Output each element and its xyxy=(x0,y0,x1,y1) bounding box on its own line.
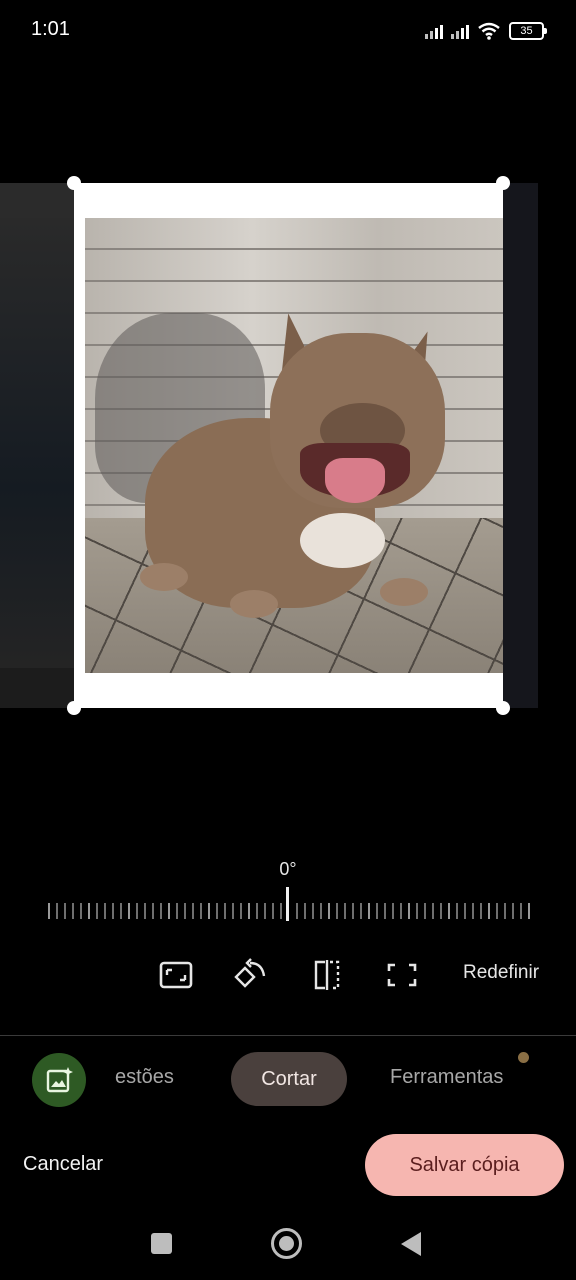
dial-tick xyxy=(352,903,354,919)
image-outside-crop-left xyxy=(0,183,74,708)
save-copy-button[interactable]: Salvar cópia xyxy=(365,1134,564,1196)
dial-tick xyxy=(320,903,322,919)
dial-tick xyxy=(128,903,130,919)
dial-tick xyxy=(248,903,250,919)
dial-tick xyxy=(296,903,298,919)
dial-tick xyxy=(72,903,74,919)
dial-tick xyxy=(416,903,418,919)
aspect-ratio-icon[interactable] xyxy=(158,957,194,993)
divider xyxy=(0,1035,576,1036)
tab-sugestoes[interactable]: estões xyxy=(115,1066,174,1089)
dial-tick xyxy=(384,903,386,919)
cancel-button[interactable]: Cancelar xyxy=(23,1153,103,1176)
recents-icon[interactable] xyxy=(151,1233,172,1254)
angle-dial[interactable] xyxy=(48,887,530,921)
dial-tick xyxy=(376,903,378,919)
wifi-icon xyxy=(478,22,500,40)
dial-tick xyxy=(328,903,330,919)
notification-dot xyxy=(518,1052,529,1063)
tab-ferramentas[interactable]: Ferramentas xyxy=(390,1066,503,1089)
battery-level: 35 xyxy=(520,25,533,37)
dial-tick xyxy=(440,903,442,919)
crop-handle-bottom-right[interactable] xyxy=(496,701,510,715)
crop-handle-top-left[interactable] xyxy=(67,176,81,190)
free-crop-icon[interactable] xyxy=(384,957,420,993)
dial-tick xyxy=(272,903,274,919)
dial-tick xyxy=(208,903,210,919)
magic-editor-icon[interactable] xyxy=(32,1053,86,1107)
dial-tick xyxy=(464,903,466,919)
dial-tick xyxy=(224,903,226,919)
dial-tick xyxy=(392,903,394,919)
dial-tick xyxy=(496,903,498,919)
dial-tick xyxy=(240,903,242,919)
flip-icon[interactable] xyxy=(309,957,345,993)
dial-tick xyxy=(456,903,458,919)
dial-tick xyxy=(144,903,146,919)
tab-cortar[interactable]: Cortar xyxy=(231,1052,347,1106)
dial-tick xyxy=(408,903,410,919)
dog-photo xyxy=(85,218,503,673)
dial-tick xyxy=(96,903,98,919)
crop-handle-top-right[interactable] xyxy=(496,176,510,190)
dial-tick xyxy=(280,903,282,919)
dial-tick xyxy=(504,903,506,919)
dial-tick xyxy=(88,903,90,919)
status-time: 1:01 xyxy=(31,18,70,40)
dial-tick xyxy=(192,903,194,919)
crop-handle-bottom-left[interactable] xyxy=(67,701,81,715)
battery-icon: 35 xyxy=(509,22,547,40)
home-icon[interactable] xyxy=(271,1228,302,1259)
image-outside-crop-right xyxy=(503,183,538,708)
dial-tick xyxy=(312,903,314,919)
dial-tick xyxy=(264,903,266,919)
dial-tick xyxy=(512,903,514,919)
dial-tick xyxy=(200,903,202,919)
dial-tick xyxy=(168,903,170,919)
dial-tick xyxy=(136,903,138,919)
dial-tick xyxy=(520,903,522,919)
angle-indicator xyxy=(286,887,289,921)
dial-tick xyxy=(216,903,218,919)
dial-tick xyxy=(176,903,178,919)
dial-tick xyxy=(80,903,82,919)
dial-tick xyxy=(480,903,482,919)
rotate-icon[interactable] xyxy=(233,957,269,993)
dial-tick xyxy=(448,903,450,919)
dial-tick xyxy=(256,903,258,919)
dial-tick xyxy=(432,903,434,919)
dial-tick xyxy=(424,903,426,919)
dial-tick xyxy=(232,903,234,919)
dial-tick xyxy=(368,903,370,919)
dial-tick xyxy=(360,903,362,919)
dial-tick xyxy=(56,903,58,919)
dial-tick xyxy=(304,903,306,919)
dial-tick xyxy=(152,903,154,919)
dial-tick xyxy=(120,903,122,919)
dial-tick xyxy=(48,903,50,919)
dial-tick xyxy=(528,903,530,919)
dial-tick xyxy=(184,903,186,919)
dial-tick xyxy=(64,903,66,919)
status-bar: 1:01 35 xyxy=(0,0,576,62)
status-icons: 35 xyxy=(425,19,547,43)
dial-tick xyxy=(344,903,346,919)
back-icon[interactable] xyxy=(401,1232,421,1256)
dial-tick xyxy=(400,903,402,919)
dial-tick xyxy=(112,903,114,919)
crop-frame[interactable] xyxy=(74,183,503,708)
signal-icon xyxy=(425,23,443,39)
dial-tick xyxy=(488,903,490,919)
angle-value: 0° xyxy=(279,859,297,879)
dial-tick xyxy=(472,903,474,919)
reset-button[interactable]: Redefinir xyxy=(463,962,539,984)
dial-tick xyxy=(104,903,106,919)
dial-tick xyxy=(160,903,162,919)
signal-icon xyxy=(451,23,469,39)
dial-tick xyxy=(336,903,338,919)
